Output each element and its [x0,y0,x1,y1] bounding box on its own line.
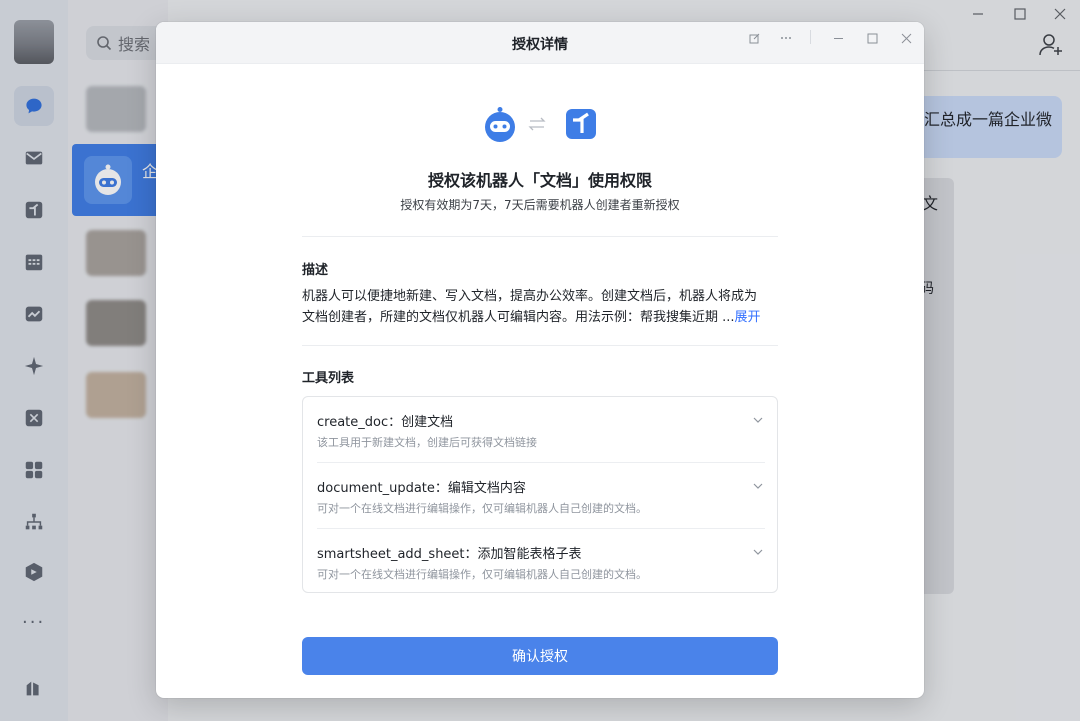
authorization-dialog: 授权详情 授权该机器人「文档」使用权限 授权有效期为7天，7天后需要机器人创建者… [156,22,924,698]
chevron-down-icon[interactable] [751,545,765,559]
authorization-heading: 授权该机器人「文档」使用权限 [427,171,652,190]
authorization-validity: 授权有效期为7天，7天后需要机器人创建者重新授权 [400,198,680,212]
expand-link[interactable]: 展开 [735,310,761,325]
edit-icon[interactable] [744,28,764,48]
document-app-icon [566,109,596,139]
description-text: 机器人可以便捷地新建、写入文档，提高办公效率。创建文档后，机器人将成为 文档创建… [302,286,782,328]
chevron-down-icon[interactable] [751,479,765,493]
tool-name: smartsheet_add_sheet：添加智能表格子表 [317,547,582,562]
tools-heading: 工具列表 [302,371,355,386]
description-line-1: 机器人可以便捷地新建、写入文档，提高办公效率。创建文档后，机器人将成为 [302,289,758,304]
robot-icon [485,107,515,142]
dialog-maximize-icon[interactable] [862,28,882,48]
description-heading: 描述 [302,263,329,278]
dialog-titlebar: 授权详情 [156,22,924,64]
tool-item-smartsheet-add-sheet[interactable]: smartsheet_add_sheet：添加智能表格子表 可对一个在线文档进行… [303,529,777,595]
more-options-icon[interactable] [776,28,796,48]
description-line-2: 文档创建者，所建的文档仅机器人可编辑内容。用法示例：帮我搜集近期 ...展开 [302,307,782,328]
exchange-icon [528,117,546,131]
confirm-authorization-button[interactable]: 确认授权 [302,637,778,675]
tool-description: 可对一个在线文档进行编辑操作，仅可编辑机器人自己创建的文档。 [317,502,647,515]
dialog-minimize-icon[interactable] [828,28,848,48]
tool-description: 该工具用于新建文档，创建后可获得文档链接 [317,436,537,449]
description-line-2-text: 文档创建者，所建的文档仅机器人可编辑内容。用法示例：帮我搜集近期 ... [302,310,735,325]
tools-list: create_doc：创建文档 该工具用于新建文档，创建后可获得文档链接 doc… [302,396,778,593]
tool-name: create_doc：创建文档 [317,415,454,430]
dialog-close-icon[interactable] [896,28,916,48]
tool-item-document-update[interactable]: document_update：编辑文档内容 可对一个在线文档进行编辑操作，仅可… [303,463,777,529]
chevron-down-icon[interactable] [751,413,765,427]
dialog-title: 授权详情 [512,37,568,53]
tool-description: 可对一个在线文档进行编辑操作，仅可编辑机器人自己创建的文档。 [317,568,647,581]
authorization-icons [482,106,598,142]
tool-name: document_update：编辑文档内容 [317,481,526,496]
divider [302,345,778,346]
titlebar-separator [810,30,811,44]
divider [302,236,778,237]
tool-item-create-doc[interactable]: create_doc：创建文档 该工具用于新建文档，创建后可获得文档链接 [303,397,777,463]
